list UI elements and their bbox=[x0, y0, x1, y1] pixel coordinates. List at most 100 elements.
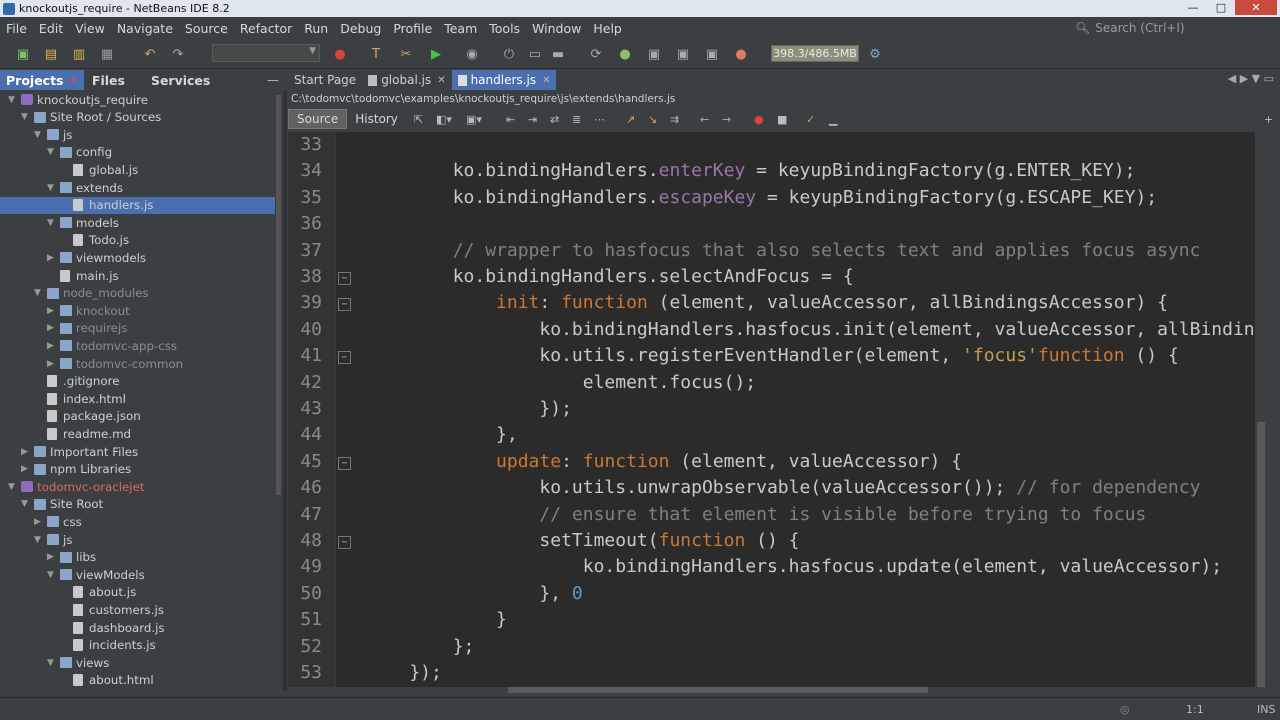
scrollbar-thumb[interactable] bbox=[1257, 422, 1265, 687]
debug-icon[interactable]: ◉ bbox=[463, 45, 481, 63]
expand-arrow-icon[interactable]: ▶ bbox=[47, 253, 54, 263]
tree-node[interactable]: customers.js bbox=[0, 601, 275, 618]
menu-navigate[interactable]: Navigate bbox=[111, 21, 179, 36]
tree-node[interactable]: about.js bbox=[0, 584, 275, 601]
tab-services[interactable]: Services bbox=[145, 70, 216, 90]
tree-node[interactable]: Todo.js bbox=[0, 232, 275, 249]
shift-right-icon[interactable]: → bbox=[722, 113, 731, 126]
cloud-icon[interactable]: ▣ bbox=[674, 45, 692, 63]
tree-node[interactable]: main.js bbox=[0, 267, 275, 284]
tree-node[interactable]: incidents.js bbox=[0, 637, 275, 654]
tree-node[interactable]: handlers.js bbox=[0, 196, 275, 214]
previous-bookmark-icon[interactable]: ↗ bbox=[626, 113, 635, 126]
tree-node[interactable]: package.json bbox=[0, 408, 275, 425]
menu-view[interactable]: View bbox=[69, 21, 111, 36]
expand-arrow-icon[interactable]: ▶ bbox=[21, 464, 28, 474]
expand-arrow-icon[interactable]: ▶ bbox=[47, 306, 54, 316]
code-editor[interactable]: 33 34 ko.bindingHandlers.enterKey = keyup… bbox=[288, 132, 1255, 687]
stop-macro-icon[interactable]: ■ bbox=[777, 113, 787, 126]
tab-navigation-icon[interactable]: ◀ ▶ ▼ ▭ bbox=[1228, 72, 1274, 85]
project-tree-scrollbar[interactable] bbox=[276, 95, 281, 495]
editor-horizontal-scrollbar[interactable] bbox=[288, 687, 1255, 693]
monitor-icon[interactable]: ▭ bbox=[526, 45, 544, 63]
tree-node[interactable]: ▶ todomvc-common bbox=[0, 355, 275, 372]
close-icon[interactable]: ✕ bbox=[70, 75, 78, 86]
tree-node[interactable]: ▶ knockout bbox=[0, 302, 275, 319]
last-edit-icon[interactable]: ⇱ bbox=[414, 113, 423, 126]
close-button[interactable]: ✕ bbox=[1235, 0, 1277, 15]
splitter[interactable] bbox=[283, 91, 287, 691]
start-macro-icon[interactable]: ● bbox=[754, 113, 764, 126]
next-bookmark-icon[interactable]: ↘ bbox=[648, 113, 657, 126]
collapse-arrow-icon[interactable]: ▼ bbox=[34, 288, 41, 298]
search-box[interactable]: 🔍︎ Search (Ctrl+I) bbox=[1075, 17, 1280, 39]
fold-toggle-icon[interactable]: − bbox=[338, 351, 351, 365]
browser-icon[interactable]: ● bbox=[331, 45, 349, 63]
fold-toggle-icon[interactable]: − bbox=[338, 536, 351, 549]
forward-icon[interactable]: ▣▾ bbox=[466, 113, 482, 126]
collapse-arrow-icon[interactable]: ▼ bbox=[47, 658, 54, 668]
menu-help[interactable]: Help bbox=[587, 21, 628, 36]
tree-node[interactable]: ▼ Site Root bbox=[0, 496, 275, 513]
open-project-icon[interactable]: ▥ bbox=[70, 45, 88, 63]
new-file-icon[interactable]: ▣ bbox=[14, 45, 32, 63]
package-icon[interactable]: ▣ bbox=[645, 45, 663, 63]
clean-build-icon[interactable]: ✂ bbox=[397, 45, 415, 63]
fold-toggle-icon[interactable]: − bbox=[338, 272, 351, 285]
configuration-combo[interactable]: ▼ bbox=[212, 44, 320, 62]
tree-node[interactable]: ▶ npm Libraries bbox=[0, 461, 275, 478]
toggle-rect-select-icon[interactable]: ⋯ bbox=[594, 113, 605, 126]
menu-debug[interactable]: Debug bbox=[334, 21, 387, 36]
tree-node[interactable]: ▶ css bbox=[0, 513, 275, 530]
undo-icon[interactable]: ↶ bbox=[141, 45, 159, 63]
expand-arrow-icon[interactable]: ▶ bbox=[34, 517, 41, 527]
collapse-arrow-icon[interactable]: ▼ bbox=[8, 95, 15, 105]
tree-node[interactable]: ▼ extends bbox=[0, 179, 275, 196]
tree-node[interactable]: .gitignore bbox=[0, 373, 275, 390]
tree-node[interactable]: ▶ Important Files bbox=[0, 443, 275, 460]
find-selection-icon[interactable]: ⇄ bbox=[550, 113, 559, 126]
tree-node[interactable]: ▼ knockoutjs_require bbox=[0, 91, 275, 108]
toggle-bookmark-icon[interactable]: ⇉ bbox=[670, 113, 679, 126]
menu-profile[interactable]: Profile bbox=[387, 21, 438, 36]
stop-icon[interactable]: ▬ bbox=[549, 45, 567, 63]
back-icon[interactable]: ◧▾ bbox=[436, 113, 452, 126]
build-icon[interactable]: T bbox=[367, 45, 385, 63]
run-icon[interactable]: ▶ bbox=[427, 45, 445, 63]
tree-node[interactable]: ▼ js bbox=[0, 531, 275, 548]
collapse-arrow-icon[interactable]: ▼ bbox=[47, 183, 54, 193]
expand-arrow-icon[interactable]: ▶ bbox=[47, 552, 54, 562]
collapse-arrow-icon[interactable]: ▼ bbox=[47, 147, 54, 157]
tree-node[interactable]: ▼ config bbox=[0, 144, 275, 161]
deploy-icon[interactable]: ▣ bbox=[703, 45, 721, 63]
tab-start-page[interactable]: Start Page bbox=[288, 70, 362, 90]
collapse-arrow-icon[interactable]: ▼ bbox=[8, 482, 15, 492]
collapse-arrow-icon[interactable]: ▼ bbox=[21, 499, 28, 509]
expand-arrow-icon[interactable]: ▶ bbox=[47, 323, 54, 333]
find-previous-icon[interactable]: ⇤ bbox=[506, 113, 515, 126]
new-project-icon[interactable]: ▤ bbox=[42, 45, 60, 63]
menu-run[interactable]: Run bbox=[298, 21, 334, 36]
gc-icon[interactable]: ⚙ bbox=[866, 45, 884, 63]
expand-arrow-icon[interactable]: ▶ bbox=[47, 341, 54, 351]
toggle-highlight-icon[interactable]: ≣ bbox=[572, 113, 581, 126]
comment-icon[interactable]: ✓ bbox=[806, 113, 815, 126]
expand-arrow-icon[interactable]: ▶ bbox=[21, 447, 28, 457]
git-icon[interactable]: ● bbox=[616, 45, 634, 63]
collapse-arrow-icon[interactable]: ▼ bbox=[34, 535, 41, 545]
tree-node[interactable]: ▶ viewmodels bbox=[0, 249, 275, 266]
editor-vertical-scrollbar[interactable] bbox=[1255, 132, 1280, 687]
tab-handlers-js[interactable]: handlers.js ✕ bbox=[451, 70, 557, 90]
redo-icon[interactable]: ↷ bbox=[169, 45, 187, 63]
tree-node[interactable]: global.js bbox=[0, 161, 275, 178]
tree-node[interactable]: ▼ node_modules bbox=[0, 285, 275, 302]
menu-tools[interactable]: Tools bbox=[483, 21, 526, 36]
tree-node[interactable]: ▶ requirejs bbox=[0, 320, 275, 337]
profile-icon[interactable]: ⏻ bbox=[500, 45, 518, 63]
fold-toggle-icon[interactable]: − bbox=[338, 298, 351, 312]
tree-node[interactable]: ▼ js bbox=[0, 126, 275, 143]
tree-node[interactable]: ▼ models bbox=[0, 214, 275, 231]
collapse-arrow-icon[interactable]: ▼ bbox=[21, 112, 28, 122]
notification-icon[interactable]: ◎ bbox=[1120, 703, 1130, 716]
source-button[interactable]: Source bbox=[288, 109, 348, 129]
